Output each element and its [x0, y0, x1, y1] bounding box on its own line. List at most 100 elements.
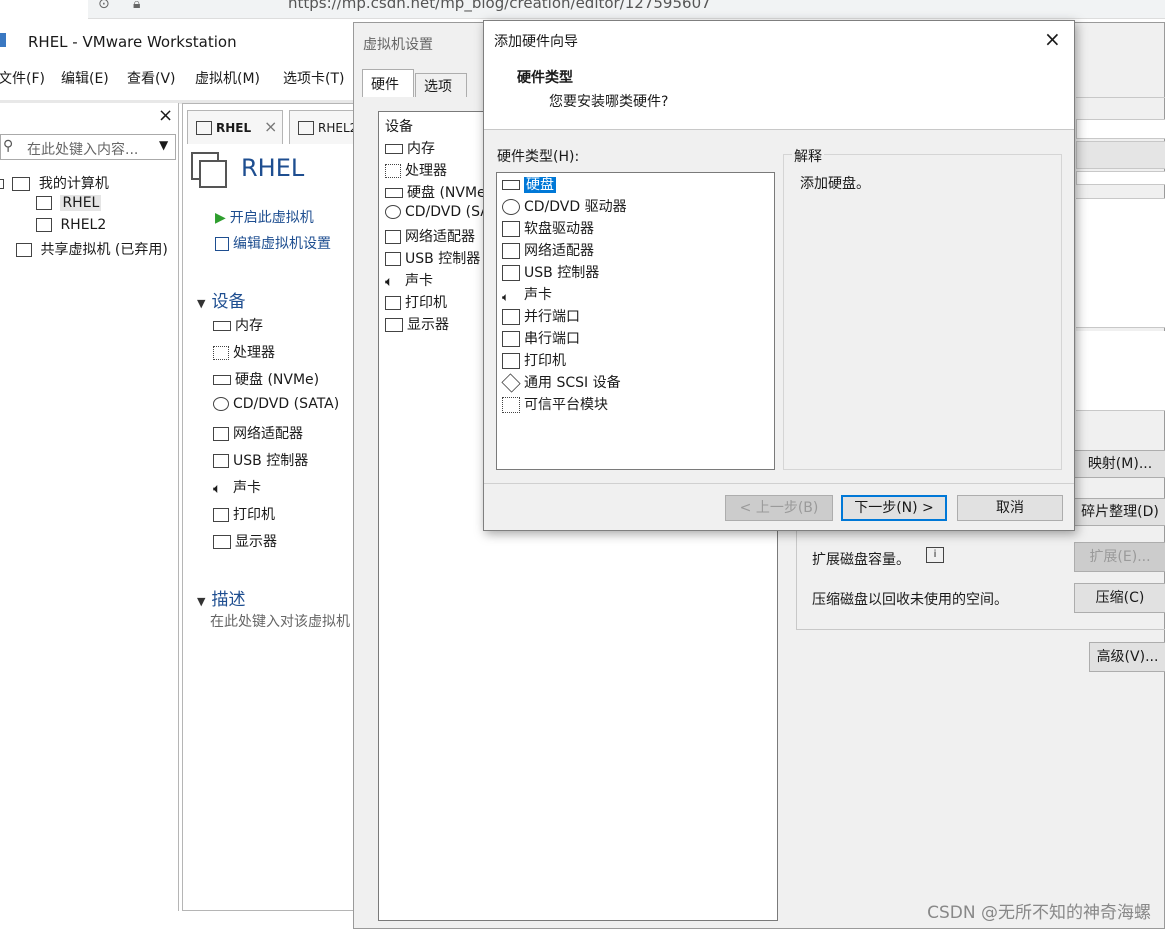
divider [796, 629, 1165, 630]
browser-address-bar[interactable]: ⊙ 🔒︎ https://mp.csdn.net/mp_blog/creatio… [88, 0, 1165, 19]
list-item-sound[interactable]: 🔈︎ 声卡 [502, 285, 552, 305]
list-item[interactable]: 处理器 [385, 160, 447, 180]
power-on-link[interactable]: ▶ 开启此虚拟机 [215, 207, 314, 227]
compact-button[interactable]: 压缩(C) [1074, 583, 1165, 613]
menu-edit[interactable]: 编辑(E) [61, 68, 109, 88]
window-title: RHEL - VMware Workstation [28, 33, 237, 51]
tab-hardware[interactable]: 硬件 [362, 69, 414, 97]
field-fragment [1076, 331, 1165, 411]
explanation-text: 添加硬盘。 [800, 176, 870, 192]
list-item-floppy[interactable]: 软盘驱动器 [502, 219, 594, 239]
tab-options-label: 选项 [424, 79, 452, 95]
scsi-icon [501, 373, 521, 393]
map-button[interactable]: 映射(M)... [1074, 450, 1165, 478]
list-item-tpm[interactable]: 可信平台模块 [502, 395, 608, 415]
advanced-button[interactable]: 高级(V)... [1089, 642, 1165, 672]
compact-text: 压缩磁盘以回收未使用的空间。 [812, 592, 1008, 608]
network-icon [385, 230, 401, 244]
list-item-cd-dvd[interactable]: CD/DVD 驱动器 [502, 197, 627, 217]
list-item[interactable]: 内存 [385, 138, 435, 158]
tree-item-rhel2[interactable]: RHEL2 [36, 217, 106, 233]
list-item-usb[interactable]: USB 控制器 [502, 263, 599, 283]
list-item-label: 软盘驱动器 [524, 221, 594, 237]
expand-button[interactable]: 扩展(E)... [1074, 542, 1165, 572]
list-item-label: 声卡 [405, 273, 433, 289]
device-usb[interactable]: USB 控制器 [213, 450, 308, 470]
lock-icon: 🔒︎ [133, 0, 141, 12]
tree-item-shared[interactable]: 共享虚拟机 (已弃用) [16, 239, 168, 259]
list-item[interactable]: USB 控制器 [385, 248, 480, 268]
close-icon[interactable]: × [1044, 27, 1061, 51]
tree-item-rhel[interactable]: RHEL [36, 195, 102, 211]
list-item[interactable]: 打印机 [385, 292, 447, 312]
list-item[interactable]: 显示器 [385, 314, 449, 334]
header-title: 硬件类型 [517, 70, 573, 86]
vm-summary-panel: RHEL × RHEL2 RHEL ▶ 开启此虚拟机 编辑虚拟机设置 ▼ 设备 内存… [182, 103, 359, 911]
processor-icon [213, 346, 229, 360]
list-item-label: 内存 [407, 141, 435, 157]
list-item-label: 通用 SCSI 设备 [524, 375, 621, 391]
device-label: 处理器 [233, 345, 275, 361]
cd-icon [213, 397, 229, 411]
device-display[interactable]: 显示器 [213, 531, 277, 551]
tree-root[interactable]: 我的计算机 [0, 173, 109, 193]
vm-icon [298, 120, 314, 135]
device-printer[interactable]: 打印机 [213, 504, 275, 524]
menu-tabs[interactable]: 选项卡(T) [283, 68, 344, 88]
device-processor[interactable]: 处理器 [213, 342, 275, 362]
info-icon[interactable]: i [926, 547, 944, 563]
browser-url: https://mp.csdn.net/mp_blog/creation/edi… [288, 0, 711, 12]
list-item[interactable]: 网络适配器 [385, 226, 475, 246]
back-button[interactable]: < 上一步(B) [725, 495, 833, 521]
list-item-label: 串行端口 [524, 331, 580, 347]
device-network[interactable]: 网络适配器 [213, 423, 303, 443]
device-label: 硬盘 (NVMe) [235, 372, 320, 388]
device-cdrom[interactable]: CD/DVD (SATA) [213, 396, 339, 412]
list-item-label: 打印机 [524, 353, 566, 369]
next-button[interactable]: 下一步(N) > [841, 495, 947, 521]
collapse-icon[interactable] [0, 179, 4, 189]
edit-settings-link[interactable]: 编辑虚拟机设置 [215, 233, 331, 253]
description-section-header[interactable]: ▼ 描述 [197, 585, 245, 610]
defrag-button[interactable]: 碎片整理(D) [1074, 498, 1165, 526]
device-disk[interactable]: 硬盘 (NVMe) [213, 369, 319, 389]
cancel-button[interactable]: 取消 [957, 495, 1063, 521]
list-item-scsi[interactable]: 通用 SCSI 设备 [501, 373, 621, 393]
menu-vm[interactable]: 虚拟机(M) [195, 68, 260, 88]
devices-section-header[interactable]: ▼ 设备 [197, 287, 245, 312]
explanation-label: 解释 [792, 146, 824, 166]
usb-icon [502, 265, 520, 281]
library-search-input[interactable]: ⚲ 在此处键入内容... ▼ [0, 134, 176, 160]
list-item-serial[interactable]: 串行端口 [502, 329, 580, 349]
list-item[interactable]: CD/DVD (SA [385, 204, 490, 220]
tab-rhel[interactable]: RHEL × [187, 110, 283, 144]
library-panel: × ⚲ 在此处键入内容... ▼ 我的计算机 RHEL RHEL2 共享虚拟机 … [0, 103, 179, 911]
library-close-icon[interactable]: × [158, 105, 173, 126]
list-item[interactable]: 🔈︎ 声卡 [385, 270, 433, 290]
hardware-type-list[interactable]: 硬盘 CD/DVD 驱动器 软盘驱动器 网络适配器 USB 控制器 🔈︎ 声卡 并… [496, 172, 775, 470]
monitor-icon [213, 535, 231, 549]
list-item-printer[interactable]: 打印机 [502, 351, 566, 371]
list-item-label: 处理器 [405, 163, 447, 179]
description-input[interactable]: 在此处键入对该虚拟机 [210, 611, 350, 631]
chevron-down-icon[interactable]: ▼ [159, 138, 168, 152]
tab-rhel2[interactable]: RHEL2 [289, 110, 359, 144]
vm-large-icon [191, 152, 227, 188]
list-item-hard-disk[interactable]: 硬盘 [502, 175, 556, 195]
edit-settings-label: 编辑虚拟机设置 [233, 236, 331, 252]
tab-options[interactable]: 选项 [415, 73, 467, 97]
list-item[interactable]: 硬盘 (NVMe [385, 182, 486, 202]
device-sound[interactable]: 🔈︎ 声卡 [213, 477, 261, 497]
menu-view[interactable]: 查看(V) [127, 68, 176, 88]
device-memory[interactable]: 内存 [213, 315, 263, 335]
list-item-parallel[interactable]: 并行端口 [502, 307, 580, 327]
explanation-box: 解释 添加硬盘。 [783, 146, 1062, 470]
menu-file[interactable]: 文件(F) [0, 68, 45, 88]
power-on-label: 开启此虚拟机 [229, 210, 314, 226]
settings-title: 虚拟机设置 [363, 37, 433, 53]
tab-close-icon[interactable]: × [264, 117, 277, 136]
memory-icon [213, 321, 231, 331]
collapse-icon: ▼ [197, 297, 206, 310]
list-item-network[interactable]: 网络适配器 [502, 241, 594, 261]
usb-icon [213, 454, 229, 468]
